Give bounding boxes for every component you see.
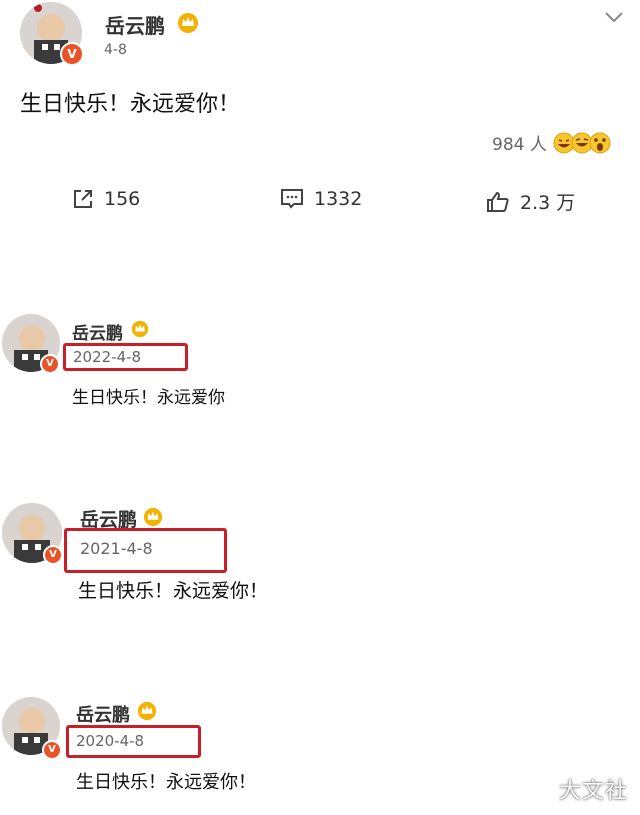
share-count: 156 xyxy=(104,188,141,210)
reactions-count: 984 人 xyxy=(492,135,547,155)
post-text: 生日快乐！永远爱你！ xyxy=(20,92,241,117)
author-name[interactable]: 岳云鹏 xyxy=(105,10,165,39)
crown-icon xyxy=(178,13,198,33)
post-text: 生日快乐！永远爱你 xyxy=(72,388,225,408)
like-count: 2.3 万 xyxy=(520,192,576,214)
surprised-emoji-icon xyxy=(589,132,611,153)
post-date: 2021-4-8 xyxy=(80,539,153,558)
author-name[interactable]: 岳云鹏 xyxy=(72,319,123,344)
post-date: 2020-4-8 xyxy=(76,732,145,750)
comment-count: 1332 xyxy=(314,188,363,210)
share-icon xyxy=(74,190,92,208)
verified-badge-icon: V xyxy=(42,740,62,760)
verified-badge-icon: V xyxy=(60,42,84,66)
reactions-summary[interactable]: 984 人 xyxy=(492,130,611,155)
comment-icon xyxy=(281,189,303,209)
watermark: 大文社 xyxy=(558,779,628,804)
crown-icon xyxy=(143,507,163,527)
share-button[interactable]: 156 xyxy=(72,188,140,210)
chevron-down-icon[interactable] xyxy=(604,10,624,24)
author-name[interactable]: 岳云鹏 xyxy=(76,701,130,727)
post-text: 生日快乐！永远爱你！ xyxy=(76,772,256,793)
verified-badge-icon: V xyxy=(43,545,63,565)
post-date: 4-8 xyxy=(104,42,127,58)
like-button[interactable]: 2.3 万 xyxy=(486,188,575,215)
comment-button[interactable]: 1332 xyxy=(280,188,362,210)
verified-badge-icon: V xyxy=(40,354,60,374)
crown-icon xyxy=(131,320,149,338)
post-date: 2022-4-8 xyxy=(73,348,142,366)
post-text: 生日快乐！永远爱你！ xyxy=(78,580,269,602)
thumbs-up-icon xyxy=(487,191,509,212)
crown-icon xyxy=(137,701,157,721)
